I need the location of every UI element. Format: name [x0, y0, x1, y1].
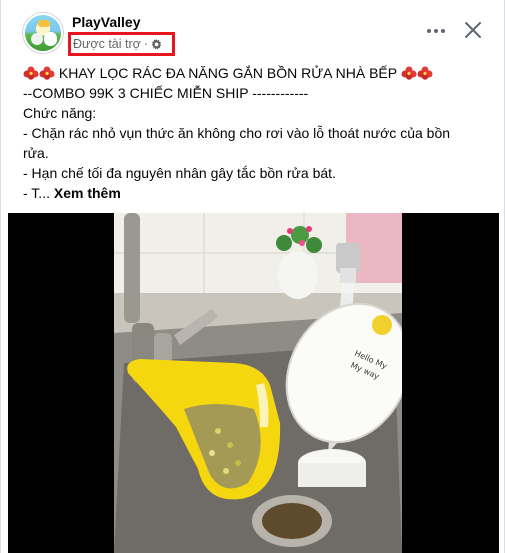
post-header: PlayValley Được tài trợ · [1, 0, 504, 62]
post-text: KHAY LỌC RÁC ĐA NĂNG GẮN BỒN RỬA NHÀ BẾP… [23, 63, 493, 203]
post-text-line-6: - Hạn chế tối đa nguyên nhân gây tắc bồn… [23, 165, 336, 181]
headline-text: KHAY LỌC RÁC ĐA NĂNG GẮN BỒN RỬA NHÀ BẾP [58, 65, 397, 81]
ellipsis-icon [434, 29, 438, 33]
close-icon[interactable] [462, 19, 484, 41]
post-text-line-3: Chức năng: [23, 105, 97, 121]
avatar-sign [38, 20, 50, 27]
hibiscus-icon [23, 66, 39, 80]
page-avatar[interactable] [23, 13, 63, 53]
hibiscus-icon [417, 66, 433, 80]
see-more-link[interactable]: Xem thêm [54, 185, 121, 201]
post-text-line-4: - Chặn rác nhỏ vụn thức ăn không cho rơi… [23, 125, 451, 141]
ellipsis-icon [441, 29, 445, 33]
post-text-line-2: --COMBO 99K 3 CHIẾC MIỄN SHIP ----------… [23, 85, 309, 101]
sponsored-post: PlayValley Được tài trợ · KHAY LỌC RÁC Đ… [0, 0, 505, 553]
gear-icon[interactable] [151, 38, 162, 50]
hibiscus-icon [39, 66, 55, 80]
separator-dot: · [143, 37, 148, 51]
ellipsis-icon [427, 29, 431, 33]
post-text-line-5: rửa. [23, 145, 49, 161]
truncated-text: - T... [23, 185, 50, 201]
avatar-sheep [31, 33, 43, 45]
hibiscus-icon [401, 66, 417, 80]
sponsored-label: Được tài trợ · [68, 32, 175, 56]
video-player[interactable]: Hello My My way [8, 213, 499, 553]
sponsored-text[interactable]: Được tài trợ [73, 37, 141, 51]
avatar-sheep-body [44, 32, 57, 46]
video-scene: Hello My My way [114, 213, 402, 553]
more-options-button[interactable] [422, 19, 450, 43]
video-frame[interactable]: Hello My My way [114, 213, 402, 553]
post-text-line-7: - T... Xem thêm [23, 183, 493, 203]
page-name-link[interactable]: PlayValley [72, 14, 141, 30]
post-text-line-1: KHAY LỌC RÁC ĐA NĂNG GẮN BỒN RỬA NHÀ BẾP [23, 63, 493, 83]
